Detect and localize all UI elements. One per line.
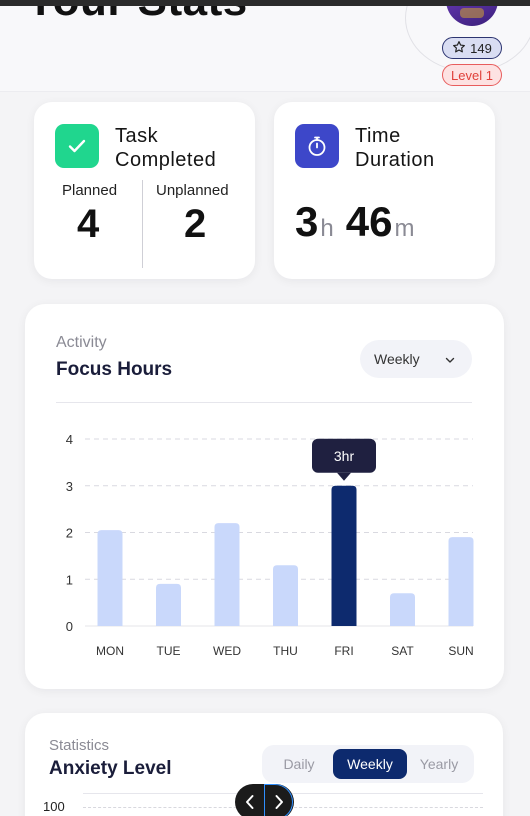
unplanned-value: 2: [184, 202, 207, 246]
bar-tooltip-pointer: [337, 472, 351, 481]
x-tick-label: SUN: [448, 644, 473, 658]
pager-controls: [235, 784, 294, 816]
checkmark-icon: [55, 124, 99, 168]
x-tick-label: THU: [273, 644, 298, 658]
anxiety-subtitle: Statistics: [49, 737, 110, 754]
stats-header: Your Stats 149 Level 1: [0, 6, 530, 92]
next-button[interactable]: [264, 784, 293, 816]
chevron-down-icon: [444, 353, 456, 369]
bar-fri: [331, 485, 357, 626]
time-card-title: Time Duration: [355, 125, 435, 171]
period-dropdown-value: Weekly: [374, 351, 420, 367]
focus-title: Focus Hours: [56, 359, 173, 380]
bar-sun: [448, 537, 474, 626]
star-icon: [452, 40, 466, 57]
page-title: Your Stats: [26, 6, 248, 26]
bar-wed: [214, 523, 240, 626]
time-duration-card: Time Duration 3 h 46 m: [274, 102, 495, 279]
level-badge[interactable]: Level 1: [442, 64, 502, 86]
minutes-value: 46: [345, 198, 393, 245]
anxiety-title: Anxiety Level: [49, 758, 172, 779]
focus-subtitle: Activity: [56, 334, 107, 351]
tab-weekly[interactable]: Weekly: [333, 749, 407, 779]
x-tick-label: TUE: [157, 644, 181, 658]
y-tick-label: 0: [66, 619, 73, 634]
column-divider: [142, 180, 143, 268]
x-tick-label: SAT: [391, 644, 414, 658]
chevron-right-icon: [275, 795, 283, 809]
tab-yearly[interactable]: Yearly: [408, 749, 470, 779]
hours-value: 3: [295, 198, 319, 245]
previous-button[interactable]: [235, 784, 264, 816]
focus-hours-chart: 0 1 2 3 4 MON TUE WED THU FRI 3hr SAT SUN: [66, 432, 474, 658]
bar-thu: [273, 565, 298, 626]
period-dropdown[interactable]: Weekly: [360, 340, 472, 378]
task-completed-card: Task Completed Planned 4 Unplanned 2: [34, 102, 255, 279]
bar-sat: [390, 593, 415, 626]
y-tick-label: 4: [66, 432, 73, 447]
planned-label: Planned: [62, 182, 118, 199]
focus-divider: [56, 402, 472, 403]
minutes-unit: m: [394, 215, 415, 242]
focus-hours-card: Activity Focus Hours Weekly 0 1 2 3 4 MON TUE W…: [25, 304, 504, 689]
stopwatch-icon: [295, 124, 339, 168]
hours-unit: h: [320, 215, 334, 242]
x-tick-label: FRI: [334, 644, 353, 658]
task-card-title: Task Completed: [115, 125, 217, 171]
y-tick-label: 2: [66, 526, 73, 541]
anxiety-period-tabs: Daily Weekly Yearly: [262, 745, 474, 783]
bar-tue: [156, 583, 181, 626]
bar-mon: [97, 530, 123, 626]
x-tick-label: MON: [96, 644, 124, 658]
duration-value: 3 h 46 m: [295, 198, 426, 246]
unplanned-label: Unplanned: [156, 182, 229, 199]
y-tick-label: 3: [66, 479, 73, 494]
points-value: 149: [470, 40, 492, 56]
y-tick-label: 1: [66, 572, 73, 587]
tab-daily[interactable]: Daily: [266, 749, 332, 779]
chevron-left-icon: [245, 795, 253, 809]
planned-value: 4: [77, 202, 100, 246]
bar-tooltip-label: 3hr: [334, 448, 355, 464]
points-badge[interactable]: 149: [442, 37, 502, 59]
x-tick-label: WED: [213, 644, 241, 658]
anxiety-y-tick: 100: [43, 799, 65, 814]
